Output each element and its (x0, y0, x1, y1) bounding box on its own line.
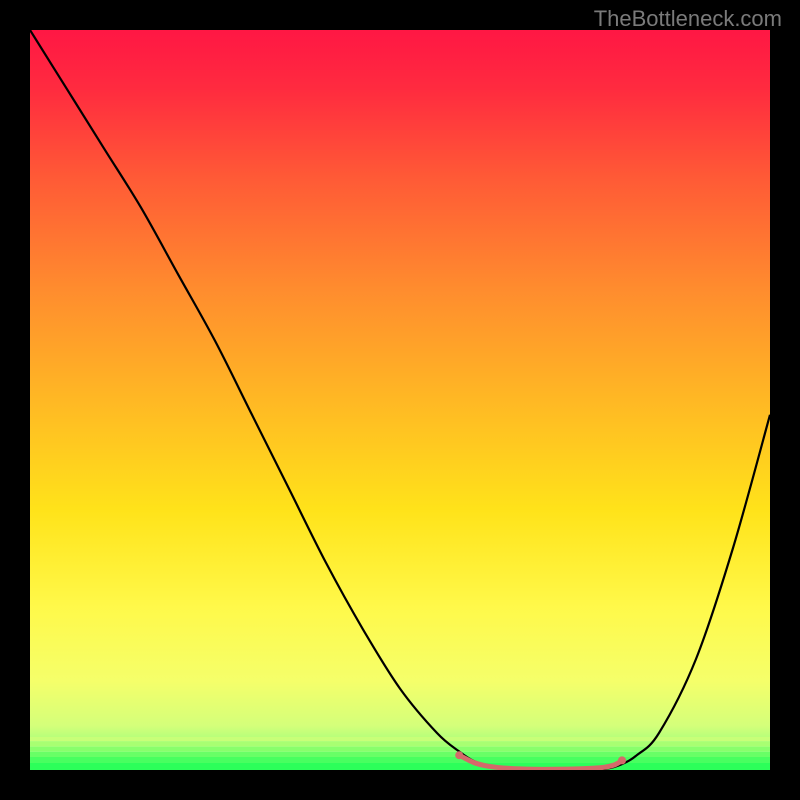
curve-layer (30, 30, 770, 770)
bottleneck-curve (30, 30, 770, 770)
optimal-zone-markers (455, 751, 626, 769)
watermark-text: TheBottleneck.com (594, 6, 782, 32)
optimal-zone-line (459, 755, 622, 769)
optimal-zone-endpoint (618, 756, 626, 764)
optimal-zone-endpoint (455, 751, 463, 759)
chart-plot-area (30, 30, 770, 770)
